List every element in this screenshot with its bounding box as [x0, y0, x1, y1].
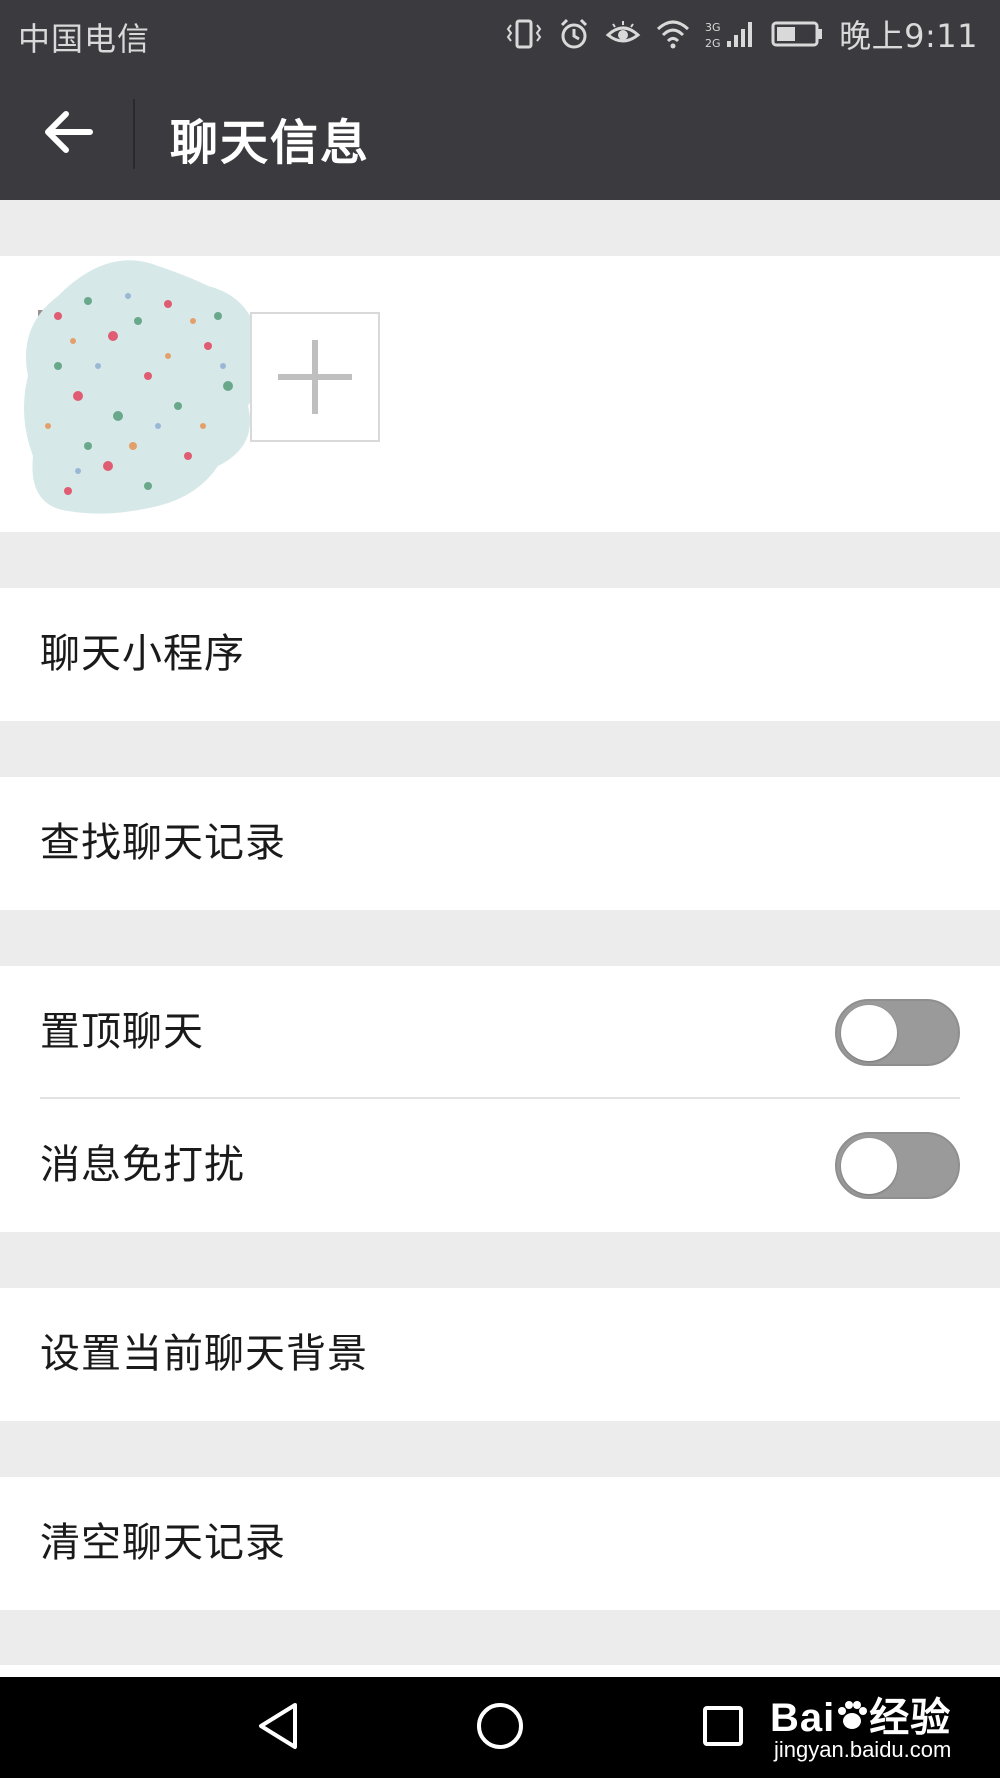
circle-home-icon: [473, 1699, 527, 1757]
clear-history-label: 清空聊天记录: [40, 1520, 286, 1566]
mute-cell: 消息免打扰: [0, 1099, 1000, 1232]
mute-toggle[interactable]: [835, 1132, 960, 1199]
carrier-name: 中国电信: [18, 20, 151, 58]
wifi-icon: [655, 17, 691, 51]
baidu-jingyan-watermark: Bai 经验 jingyan.baidu.com: [770, 1681, 970, 1773]
triangle-back-icon: [253, 1699, 303, 1757]
next-section-edge: [0, 1665, 1000, 1677]
watermark-brand-suffix: 经验: [869, 1696, 952, 1740]
back-button[interactable]: [28, 99, 108, 169]
signal-icon: 3G 2G: [705, 17, 757, 51]
sticky-chat-toggle[interactable]: [835, 999, 960, 1066]
set-background-label: 设置当前聊天背景: [40, 1331, 368, 1377]
mini-program-cell[interactable]: 聊天小程序: [0, 588, 1000, 721]
square-recents-icon: [698, 1701, 748, 1755]
add-member-button[interactable]: [250, 312, 380, 442]
sticky-chat-label: 置顶聊天: [40, 1009, 204, 1055]
toggle-knob: [841, 1138, 897, 1194]
toggle-knob: [841, 1005, 897, 1061]
vibrate-icon: [505, 17, 543, 51]
watermark-url: jingyan.baidu.com: [774, 1737, 952, 1762]
sticky-chat-cell: 置顶聊天: [0, 966, 1000, 1099]
plus-icon: [252, 340, 378, 444]
alarm-icon: [557, 17, 591, 51]
svg-text:2G: 2G: [705, 37, 721, 50]
members-section: [0, 256, 1000, 532]
title-divider: [133, 99, 135, 169]
mute-label: 消息免打扰: [40, 1142, 245, 1188]
search-history-cell[interactable]: 查找聊天记录: [0, 777, 1000, 910]
battery-icon: [771, 19, 825, 49]
watermark-brand: Bai 经验: [770, 1685, 951, 1743]
clear-history-cell[interactable]: 清空聊天记录: [0, 1477, 1000, 1610]
chat-info-screen: 中国电信 3G 2G 晚上9:11 聊天信息 聊天小程序 查找聊天记录 置顶聊天…: [0, 0, 1000, 1778]
search-history-label: 查找聊天记录: [40, 820, 286, 866]
watermark-brand-text: Bai: [770, 1696, 836, 1740]
status-icons: 3G 2G 晚上9:11: [505, 10, 978, 58]
title-bar: 聊天信息: [0, 67, 1000, 200]
nav-home-button[interactable]: [465, 1697, 535, 1759]
eye-comfort-icon: [605, 17, 641, 51]
svg-text:3G: 3G: [705, 21, 721, 34]
nav-recents-button[interactable]: [688, 1697, 758, 1759]
mini-program-label: 聊天小程序: [40, 631, 245, 677]
set-background-cell[interactable]: 设置当前聊天背景: [0, 1288, 1000, 1421]
clock: 晚上9:11: [839, 17, 978, 55]
page-title: 聊天信息: [170, 115, 371, 171]
nav-back-button[interactable]: [243, 1697, 313, 1759]
system-nav-bar: Bai 经验 jingyan.baidu.com: [0, 1677, 1000, 1778]
arrow-left-icon: [42, 108, 94, 160]
member-avatar[interactable]: [18, 256, 268, 526]
status-bar: 中国电信 3G 2G 晚上9:11: [0, 0, 1000, 67]
